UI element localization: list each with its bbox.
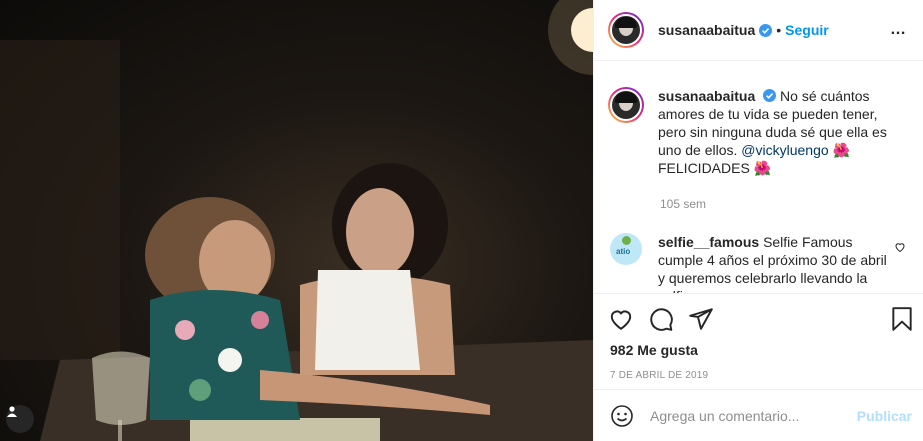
save-bookmark-icon[interactable] [889, 306, 915, 332]
action-bar [594, 294, 923, 344]
like-comment-heart-icon[interactable] [894, 241, 906, 253]
tagged-users-icon[interactable] [6, 405, 34, 433]
post-date[interactable]: 7 DE ABRIL DE 2019 [594, 370, 923, 381]
author-avatar[interactable] [608, 12, 644, 48]
caption-felicidades: FELICIDADES [658, 160, 750, 176]
post-photo[interactable] [0, 0, 593, 441]
caption-username[interactable]: susanaabaitua [658, 88, 755, 104]
author-username[interactable]: susanaabaitua [658, 22, 755, 38]
caption-timestamp[interactable]: 105 sem [660, 197, 909, 211]
comment-input[interactable]: Agrega un comentario... [650, 408, 799, 424]
hibiscus-emoji: 🌺 [753, 160, 772, 176]
publish-button[interactable]: Publicar [857, 408, 912, 424]
commenter-avatar[interactable]: atio [610, 233, 642, 265]
likes-count[interactable]: 982 Me gusta [594, 342, 923, 358]
like-heart-icon[interactable] [608, 306, 634, 332]
emoji-picker-icon[interactable] [610, 404, 634, 428]
hibiscus-emoji: 🌺 [832, 142, 850, 158]
caption-text: susanaabaitua No sé cuántos amores de tu… [658, 87, 898, 177]
verified-badge-icon [763, 89, 777, 102]
caption-mention-link[interactable]: @vickyluengo [741, 142, 828, 158]
caption-avatar[interactable] [608, 87, 644, 123]
comments-list[interactable]: susanaabaitua No sé cuántos amores de tu… [594, 61, 923, 294]
follow-button[interactable]: Seguir [785, 22, 829, 38]
post-side-panel: susanaabaitua • Seguir … susanaabaitua N… [593, 0, 923, 441]
separator-dot: • [776, 22, 782, 38]
share-send-icon[interactable] [688, 306, 714, 332]
add-comment-bar: Agrega un comentario... Publicar [594, 389, 923, 441]
verified-badge-icon [759, 23, 773, 37]
commenter-username[interactable]: selfie__famous [658, 234, 759, 250]
comment-row: atio selfie__famous Selfie Famous cumple… [608, 233, 909, 293]
comment-text: selfie__famous Selfie Famous cumple 4 añ… [658, 233, 888, 293]
post-header: susanaabaitua • Seguir … [594, 0, 923, 61]
more-options-icon[interactable]: … [890, 21, 907, 39]
caption-row: susanaabaitua No sé cuántos amores de tu… [608, 87, 909, 177]
comment-bubble-icon[interactable] [648, 306, 674, 332]
